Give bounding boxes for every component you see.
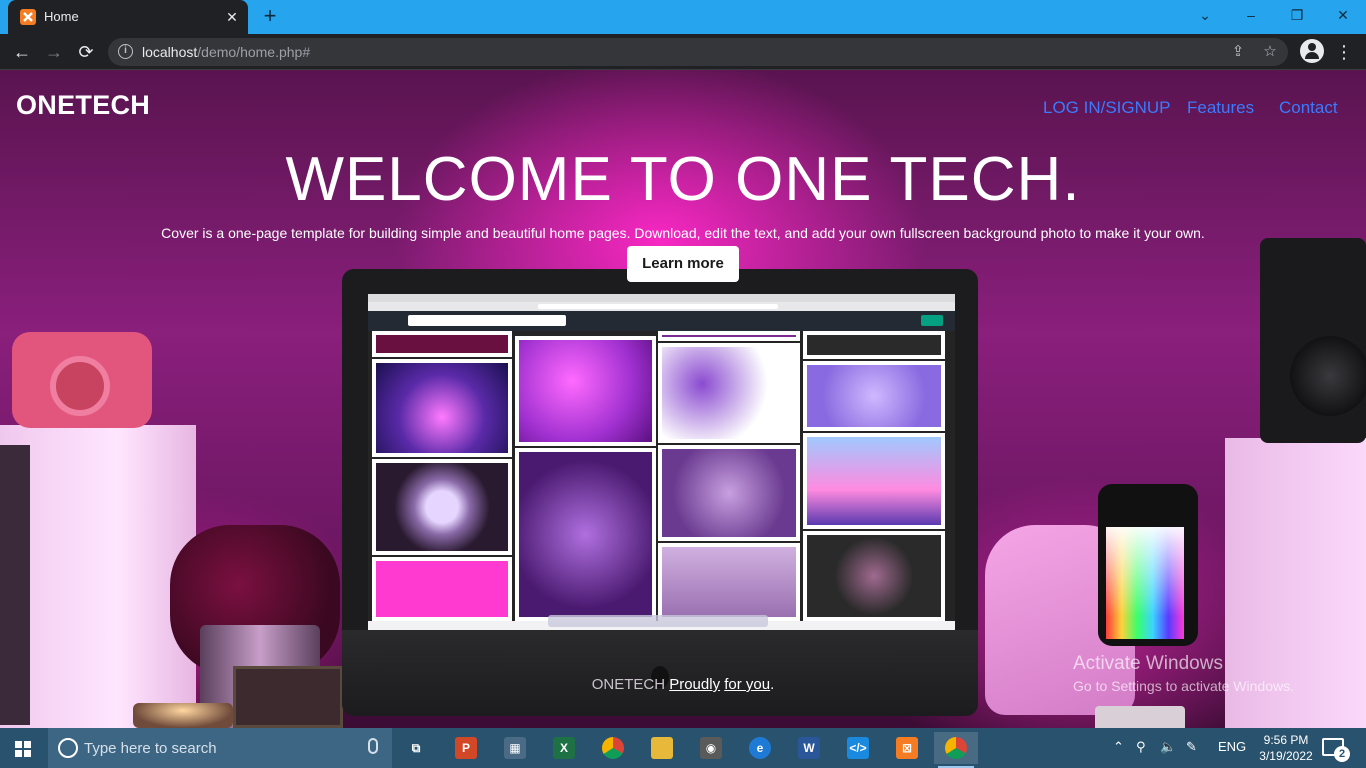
taskbar-search-input[interactable]: Type here to search	[48, 728, 392, 768]
footer-brand: ONETECH	[591, 676, 666, 693]
powerpoint-icon: P	[455, 737, 477, 759]
store-icon: ▦	[504, 737, 526, 759]
tray-overflow-chevron-icon[interactable]: ⌃	[1113, 739, 1124, 755]
profile-icon[interactable]	[1300, 39, 1324, 63]
excel-icon: X	[553, 737, 575, 759]
bookmark-star-icon[interactable]: ☆	[1260, 42, 1280, 62]
chrome-icon	[602, 737, 624, 759]
share-icon[interactable]: ⇪	[1228, 42, 1248, 62]
activate-windows-watermark: Activate Windows Go to Settings to activ…	[1073, 653, 1294, 694]
taskbar-search-placeholder: Type here to search	[84, 740, 217, 757]
learn-more-button[interactable]: Learn more	[627, 246, 739, 282]
browser-titlebar: Home ✕ + ⌄ – ❐ ✕	[0, 0, 1366, 34]
language-indicator[interactable]: ENG	[1218, 739, 1246, 754]
page-viewport: ONETECH LOG IN/SIGNUP Features Contact W…	[0, 70, 1366, 728]
forward-button[interactable]: →	[40, 38, 68, 66]
word-icon: W	[798, 737, 820, 759]
file-explorer-icon	[651, 737, 673, 759]
taskbar-app-camera[interactable]: ◉	[689, 732, 733, 764]
taskbar-app-chrome-active[interactable]	[934, 732, 978, 768]
taskbar-app-powerpoint[interactable]: P	[444, 732, 488, 764]
tab-search-chevron-icon[interactable]: ⌄	[1182, 0, 1228, 30]
hero-lead: Cover is a one-page template for buildin…	[161, 225, 1205, 241]
footer-period: .	[770, 676, 775, 693]
background-phone-screen	[1106, 527, 1184, 639]
taskbar-app-excel[interactable]: X	[542, 732, 586, 764]
edge-icon: e	[749, 737, 771, 759]
volume-icon[interactable]: 🔈	[1160, 739, 1176, 755]
footer-link-for-you[interactable]: for you	[724, 676, 770, 693]
vscode-icon: </>	[847, 737, 869, 759]
task-view-button[interactable]: ⧉	[394, 732, 438, 764]
background-candle	[133, 703, 233, 728]
minimize-button[interactable]: –	[1228, 0, 1274, 30]
taskbar-app-xampp[interactable]: ⊠	[885, 732, 929, 764]
camera-icon: ◉	[700, 737, 722, 759]
taskbar-app-edge[interactable]: e	[738, 732, 782, 764]
tab-close-icon[interactable]: ✕	[222, 7, 242, 27]
clock-date: 3/19/2022	[1259, 749, 1313, 763]
cortana-icon	[58, 738, 78, 758]
system-clock[interactable]: 9:56 PM 3/19/2022	[1256, 732, 1316, 764]
pen-icon[interactable]: ✎	[1186, 739, 1197, 755]
activate-windows-title: Activate Windows	[1073, 653, 1223, 674]
nav-link-features[interactable]: Features	[1187, 98, 1254, 118]
background-monitor-screen	[368, 294, 955, 630]
taskbar-app-word[interactable]: W	[787, 732, 831, 764]
taskbar-app-file-explorer[interactable]	[640, 732, 684, 764]
nav-link-login-signup[interactable]: LOG IN/SIGNUP	[1043, 98, 1171, 118]
taskbar-app-chrome[interactable]	[591, 732, 635, 764]
notification-count-badge: 2	[1334, 746, 1350, 762]
footer-link-proudly[interactable]: Proudly	[669, 676, 720, 693]
tab-title: Home	[44, 9, 79, 24]
url-text[interactable]: localhost/demo/home.php#	[142, 44, 310, 60]
network-icon[interactable]: ⚲	[1136, 739, 1146, 755]
browser-toolbar: ← → ⟳ i localhost/demo/home.php# ⇪ ☆ ⋮	[0, 34, 1366, 70]
back-button[interactable]: ←	[8, 38, 36, 66]
start-button[interactable]	[0, 728, 48, 768]
taskbar-app-vscode[interactable]: </>	[836, 732, 880, 764]
reload-button[interactable]: ⟳	[72, 38, 100, 66]
restore-button[interactable]: ❐	[1274, 0, 1320, 30]
brand-logo[interactable]: ONETECH	[16, 90, 150, 121]
menu-icon[interactable]: ⋮	[1334, 38, 1354, 66]
clock-time: 9:56 PM	[1263, 733, 1309, 747]
task-view-icon: ⧉	[411, 741, 421, 755]
close-window-button[interactable]: ✕	[1320, 0, 1366, 30]
activate-windows-subtitle: Go to Settings to activate Windows.	[1073, 678, 1294, 694]
chrome-active-icon	[945, 737, 967, 759]
address-bar[interactable]: i localhost/demo/home.php# ⇪ ☆	[108, 38, 1288, 66]
site-info-icon[interactable]: i	[118, 44, 133, 59]
background-camera-lens	[50, 356, 110, 416]
browser-tab-home[interactable]: Home ✕	[8, 0, 248, 34]
windows-taskbar: Type here to search ⧉ P ▦ X ◉ e W </> ⊠ …	[0, 728, 1366, 768]
xampp-favicon-icon	[20, 9, 36, 25]
xampp-icon: ⊠	[896, 737, 918, 759]
taskbar-app-store[interactable]: ▦	[493, 732, 537, 764]
hero-title: WELCOME TO ONE TECH.	[285, 145, 1081, 214]
new-tab-button[interactable]: +	[258, 5, 282, 29]
microphone-icon[interactable]	[368, 738, 378, 754]
background-speaker-cone	[1290, 336, 1366, 416]
nav-link-contact[interactable]: Contact	[1279, 98, 1338, 118]
background-cup	[1095, 706, 1185, 728]
